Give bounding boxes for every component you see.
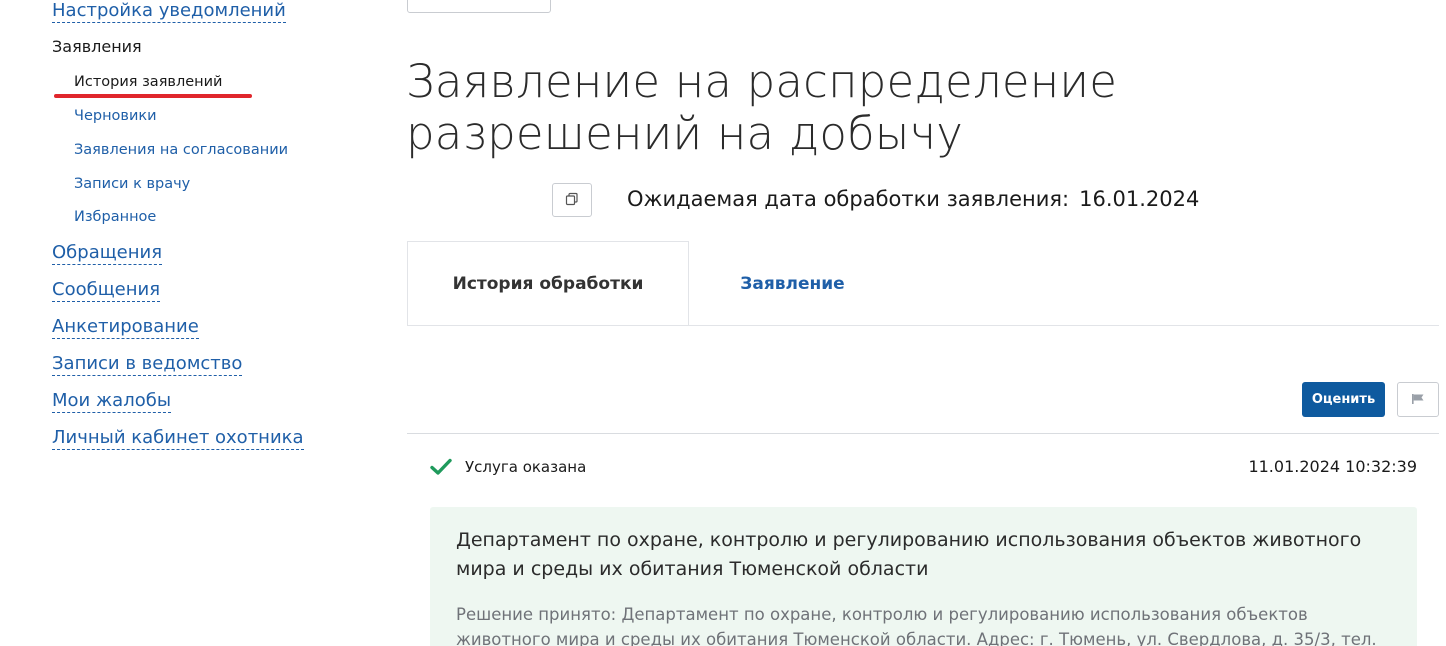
sidebar-item-complaints[interactable]: Мои жалобы [52,390,172,413]
history-timestamp: 11.01.2024 10:32:39 [1248,457,1417,476]
sidebar-subitem-drafts[interactable]: Черновики [74,106,157,126]
history-department: Департамент по охране, контролю и регули… [456,529,1362,580]
history-divider [407,433,1439,434]
sidebar-item-agency-appointments[interactable]: Записи в ведомство [52,353,243,376]
tabs-divider [407,325,1439,326]
sidebar-heading-applications: Заявления [52,37,142,56]
active-item-marker [54,94,252,98]
tab-processing-history[interactable]: История обработки [407,241,689,326]
expected-date-row: Ожидаемая дата обработки заявления: 16.01… [627,185,1199,213]
page-title: Заявление на распределение разрешений на… [406,55,1118,160]
rate-button[interactable]: Оценить [1302,382,1385,417]
expected-date-label: Ожидаемая дата обработки заявления: [627,187,1070,211]
page: Настройка уведомлений Заявления История … [0,0,1446,646]
sidebar-item-hunter-cabinet[interactable]: Личный кабинет охотника [52,427,304,450]
checkmark-icon [430,457,452,481]
sidebar-subitem-application-history[interactable]: История заявлений [74,72,222,92]
flag-button[interactable] [1397,382,1439,417]
expected-date-value: 16.01.2024 [1079,187,1200,211]
copy-icon [565,191,579,210]
sidebar-subitem-favorites[interactable]: Избранное [74,207,156,227]
sidebar-item-notification-settings[interactable]: Настройка уведомлений [52,0,286,23]
sidebar-subitem-approval[interactable]: Заявления на согласовании [74,140,288,160]
history-status: Услуга оказана [465,458,587,476]
tab-application[interactable]: Заявление [690,241,895,326]
sidebar: Настройка уведомлений Заявления История … [0,0,380,646]
flag-icon [1411,390,1425,409]
sidebar-subitem-doctor-appointments[interactable]: Записи к врачу [74,174,190,194]
history-decision-text: Решение принято: Департамент по охране, … [456,605,1377,646]
top-partial-button[interactable] [407,0,551,13]
copy-button[interactable] [552,183,592,217]
sidebar-item-surveys[interactable]: Анкетирование [52,316,199,339]
sidebar-item-messages[interactable]: Сообщения [52,279,161,302]
sidebar-item-appeals[interactable]: Обращения [52,242,163,265]
